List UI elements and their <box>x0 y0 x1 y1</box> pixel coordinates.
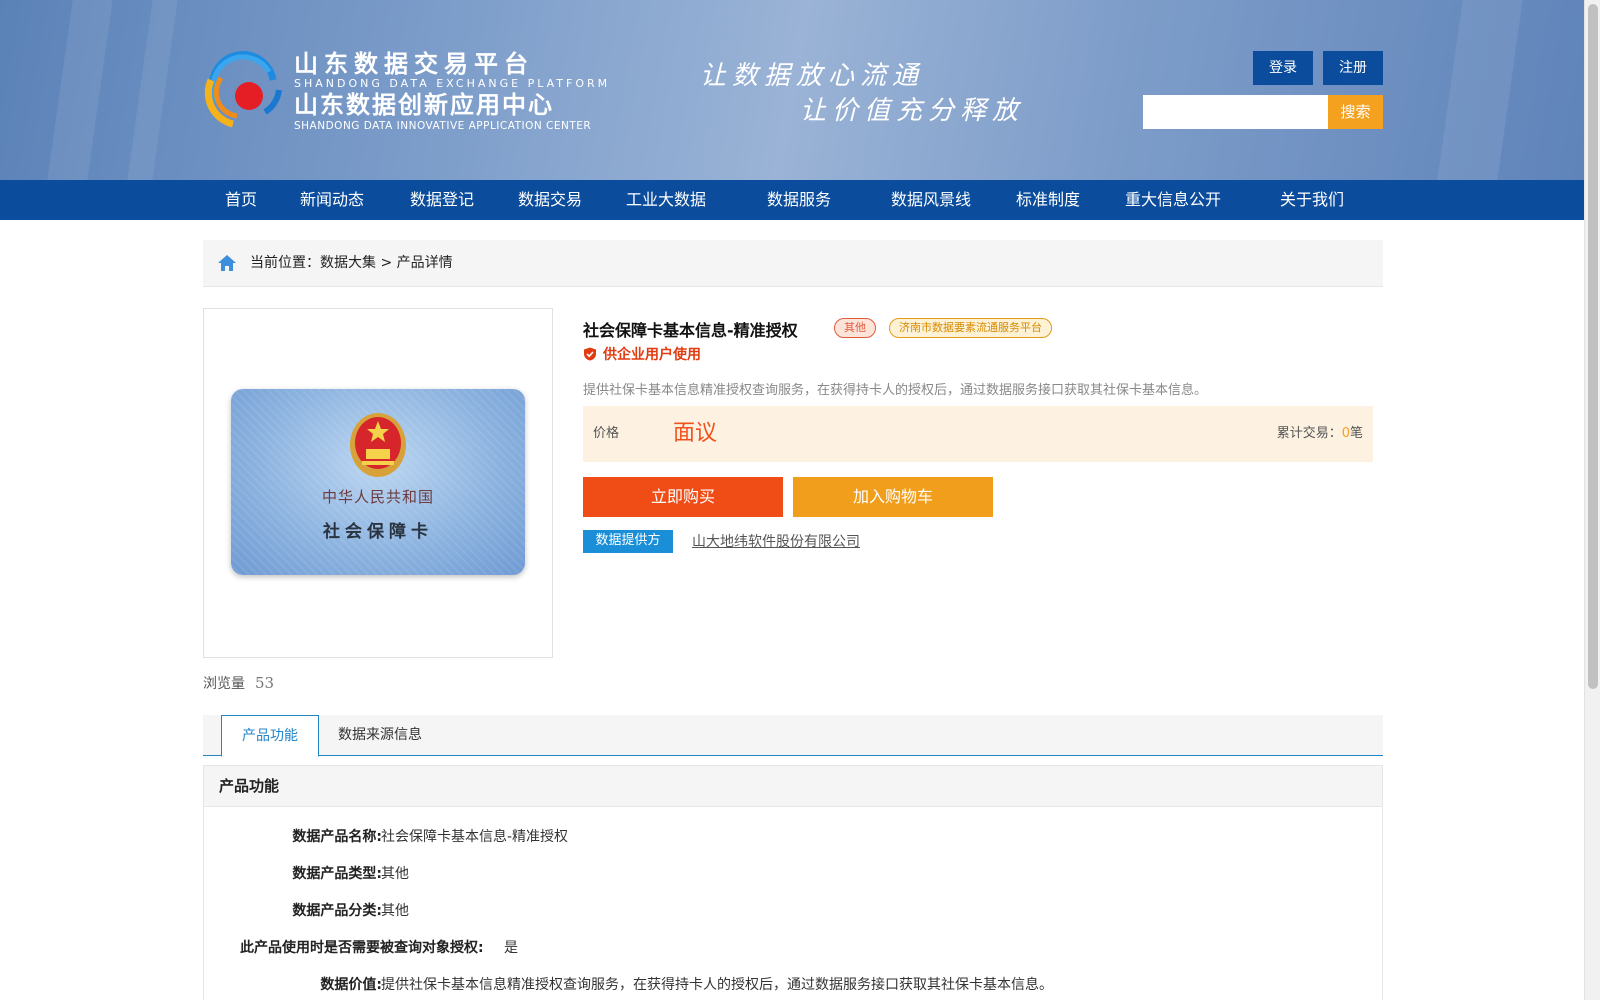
provider-link[interactable]: 山大地纬软件股份有限公司 <box>692 531 860 551</box>
trade-count-value: 0 <box>1341 426 1350 441</box>
price-panel: 价格 面议 累计交易：0笔 <box>583 406 1373 462</box>
national-emblem-icon <box>350 413 406 477</box>
site-header: 山东数据交易平台 SHANDONG DATA EXCHANGE PLATFORM… <box>0 0 1584 180</box>
product-image: 中华人民共和国 社会保障卡 <box>203 308 553 658</box>
search-button[interactable]: 搜索 <box>1328 95 1383 129</box>
buy-now-button[interactable]: 立即购买 <box>583 477 783 517</box>
nav-item-data-trading[interactable]: 数据交易 <box>518 180 582 220</box>
nav-item-home[interactable]: 首页 <box>225 180 257 220</box>
info-value: 是 <box>504 940 518 956</box>
card-country: 中华人民共和国 <box>321 488 434 506</box>
provider-label: 数据提供方 <box>583 530 673 553</box>
info-value: 其他 <box>381 903 409 919</box>
main-nav: 首页 新闻动态 数据登记 数据交易 工业大数据 数据服务 数据风景线 标准制度 … <box>0 180 1584 220</box>
card-name: 社会保障卡 <box>323 522 433 542</box>
trade-count-unit: 笔 <box>1349 426 1363 441</box>
nav-item-about[interactable]: 关于我们 <box>1280 180 1344 220</box>
nav-item-data-services[interactable]: 数据服务 <box>767 180 831 220</box>
slogan-line-1: 让数据放心流通 <box>700 61 925 91</box>
view-count-label: 浏览量 <box>203 676 245 692</box>
tab-product-function[interactable]: 产品功能 <box>221 715 319 757</box>
info-key: 数据价值: <box>320 977 382 993</box>
brand-subtitle-en: SHANDONG DATA INNOVATIVE APPLICATION CEN… <box>294 120 592 132</box>
page-scrollbar[interactable] <box>1584 0 1600 1000</box>
platform-tag[interactable]: 济南市数据要素流通服务平台 <box>889 318 1052 338</box>
info-value: 提供社保卡基本信息精准授权查询服务，在获得持卡人的授权后，通过数据服务接口获取其… <box>381 977 1053 993</box>
add-to-cart-button[interactable]: 加入购物车 <box>793 477 993 517</box>
detail-tabs: 产品功能 数据来源信息 <box>203 715 1383 757</box>
view-count-value: 53 <box>255 674 275 692</box>
breadcrumb-text[interactable]: 当前位置：数据大集 > 产品详情 <box>250 240 453 287</box>
panel-title: 产品功能 <box>219 777 280 795</box>
header-decoration <box>127 0 178 180</box>
login-button[interactable]: 登录 <box>1253 51 1313 85</box>
info-value: 社会保障卡基本信息-精准授权 <box>381 829 569 845</box>
brand-subtitle-cn: 山东数据创新应用中心 <box>294 91 554 119</box>
nav-item-data-landscape[interactable]: 数据风景线 <box>891 180 971 220</box>
brand-title-en: SHANDONG DATA EXCHANGE PLATFORM <box>294 77 611 90</box>
info-key: 数据产品名称: <box>292 829 382 845</box>
home-icon[interactable] <box>217 254 237 272</box>
trade-count: 累计交易：0笔 <box>1277 406 1363 462</box>
scrollbar-thumb[interactable] <box>1588 4 1598 689</box>
breadcrumb: 当前位置：数据大集 > 产品详情 <box>203 240 1383 287</box>
panel-header: 产品功能 <box>204 766 1382 807</box>
slogan-line-2: 让价值充分释放 <box>800 96 1025 126</box>
product-type-tag: 其他 <box>834 318 876 338</box>
header-decoration <box>1437 0 1523 180</box>
product-title: 社会保障卡基本信息-精准授权 <box>583 321 798 340</box>
register-button[interactable]: 注册 <box>1323 51 1383 85</box>
info-key: 此产品使用时是否需要被查询对象授权: <box>240 940 484 956</box>
product-description: 提供社保卡基本信息精准授权查询服务，在获得持卡人的授权后，通过数据服务接口获取其… <box>583 383 1208 398</box>
info-value: 其他 <box>381 866 409 882</box>
product-function-panel: 产品功能 数据产品名称: 社会保障卡基本信息-精准授权 数据产品类型: 其他 数… <box>203 765 1383 1000</box>
price-value: 面议 <box>673 421 718 446</box>
view-count: 浏览量 53 <box>203 673 274 693</box>
price-label: 价格 <box>593 426 620 441</box>
info-key: 数据产品分类: <box>292 903 382 919</box>
nav-item-standards[interactable]: 标准制度 <box>1016 180 1080 220</box>
platform-logo-icon[interactable] <box>203 50 283 130</box>
enterprise-only-notice: 供企业用户使用 <box>583 344 701 364</box>
nav-item-news[interactable]: 新闻动态 <box>300 180 364 220</box>
shield-check-icon <box>584 347 596 361</box>
brand-title-cn: 山东数据交易平台 <box>294 50 534 78</box>
nav-item-industrial-big-data[interactable]: 工业大数据 <box>626 180 706 220</box>
trade-count-label: 累计交易： <box>1276 426 1342 441</box>
nav-item-data-registration[interactable]: 数据登记 <box>410 180 474 220</box>
platform-brand: 山东数据交易平台 SHANDONG DATA EXCHANGE PLATFORM… <box>294 50 610 132</box>
tab-data-source[interactable]: 数据来源信息 <box>338 715 422 755</box>
search-input[interactable] <box>1143 95 1328 129</box>
nav-item-disclosure[interactable]: 重大信息公开 <box>1125 180 1221 220</box>
enterprise-only-label: 供企业用户使用 <box>603 347 701 363</box>
header-decoration <box>47 0 113 180</box>
info-key: 数据产品类型: <box>292 866 382 882</box>
social-security-card-image: 中华人民共和国 社会保障卡 <box>231 389 525 575</box>
